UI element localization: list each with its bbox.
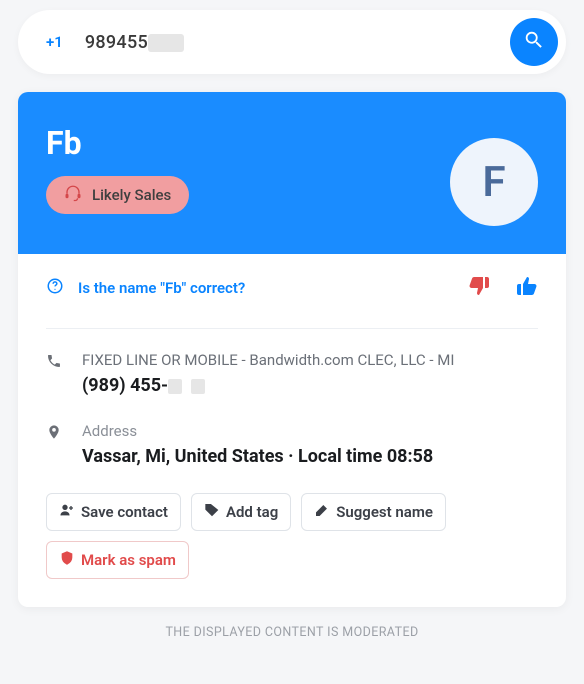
- category-badge: Likely Sales: [46, 176, 189, 214]
- name-verify-text: Is the name "Fb" correct?: [78, 279, 245, 297]
- category-label: Likely Sales: [92, 186, 171, 204]
- vote-actions: [468, 274, 538, 302]
- add-tag-label: Add tag: [226, 503, 278, 521]
- search-value-masked: [148, 34, 184, 52]
- thumbs-up-button[interactable]: [514, 274, 538, 302]
- save-contact-label: Save contact: [81, 503, 168, 521]
- thumbs-down-button[interactable]: [468, 274, 492, 302]
- question-icon: [46, 277, 64, 299]
- location-icon: [46, 422, 64, 467]
- shield-icon: [59, 550, 75, 570]
- person-plus-icon: [59, 502, 75, 522]
- suggest-name-button[interactable]: Suggest name: [301, 493, 446, 531]
- thumbs-down-icon: [468, 283, 492, 302]
- card-body: Is the name "Fb" correct?: [18, 254, 566, 607]
- address-value: Vassar, Mi, United States · Local time 0…: [82, 446, 538, 467]
- headset-icon: [64, 184, 82, 206]
- name-verify-prompt[interactable]: Is the name "Fb" correct?: [46, 277, 245, 299]
- phone-visible: (989) 455-: [82, 375, 168, 396]
- add-tag-button[interactable]: Add tag: [191, 493, 291, 531]
- edit-icon: [314, 502, 330, 522]
- footer-note: THE DISPLAYED CONTENT IS MODERATED: [18, 607, 566, 648]
- search-input[interactable]: 989455: [85, 32, 510, 53]
- carrier-text: FIXED LINE OR MOBILE - Bandwidth.com CLE…: [82, 351, 538, 369]
- thumbs-up-icon: [514, 283, 538, 302]
- search-value-visible: 989455: [85, 32, 148, 53]
- tag-icon: [204, 502, 220, 522]
- save-contact-button[interactable]: Save contact: [46, 493, 181, 531]
- mark-spam-button[interactable]: Mark as spam: [46, 541, 189, 579]
- avatar: F: [450, 138, 538, 226]
- search-bar: +1 989455: [18, 10, 566, 74]
- phone-row: FIXED LINE OR MOBILE - Bandwidth.com CLE…: [46, 351, 538, 396]
- phone-masked-2: [191, 379, 205, 394]
- country-code[interactable]: +1: [46, 33, 63, 51]
- mark-spam-label: Mark as spam: [81, 551, 176, 569]
- search-icon: [523, 29, 545, 55]
- phone-icon: [46, 351, 64, 396]
- card-header: Fb Likely Sales F: [18, 92, 566, 254]
- profile-card: Fb Likely Sales F Is the name "Fb" corre…: [18, 92, 566, 607]
- address-label: Address: [82, 422, 538, 440]
- phone-number: (989) 455-: [82, 375, 538, 396]
- action-buttons: Save contact Add tag Suggest name Mark a…: [46, 493, 538, 607]
- name-verify-row: Is the name "Fb" correct?: [46, 274, 538, 329]
- search-button[interactable]: [510, 18, 558, 66]
- phone-masked-1: [168, 379, 182, 394]
- suggest-name-label: Suggest name: [336, 503, 433, 521]
- address-row: Address Vassar, Mi, United States · Loca…: [46, 422, 538, 467]
